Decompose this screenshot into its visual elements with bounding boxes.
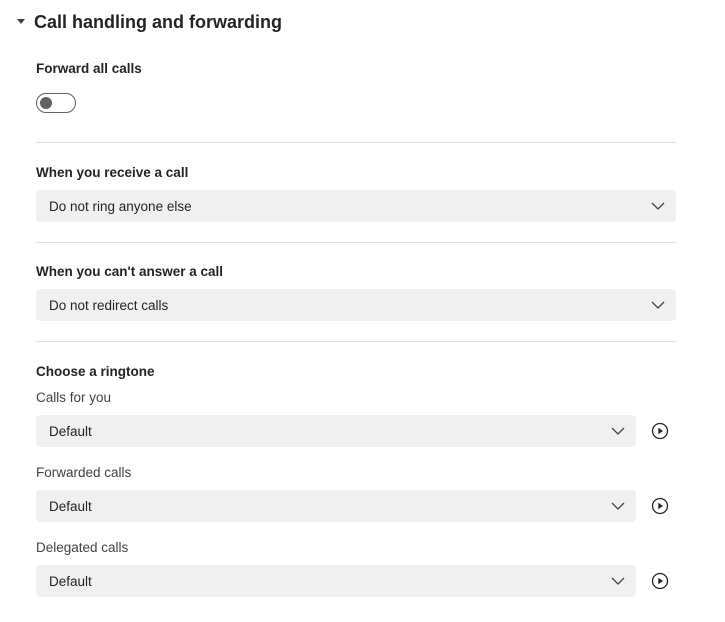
receive-call-dropdown[interactable]: Do not ring anyone else <box>36 190 676 222</box>
play-circle-icon[interactable] <box>650 496 670 516</box>
divider <box>36 242 676 243</box>
forwarded-calls-value: Default <box>49 498 92 514</box>
calls-for-you-label: Calls for you <box>36 390 112 405</box>
section-title: Call handling and forwarding <box>34 11 283 32</box>
toggle-knob <box>40 97 52 109</box>
forwarded-calls-label: Forwarded calls <box>36 465 132 480</box>
calls-for-you-dropdown[interactable]: Default <box>36 415 636 447</box>
divider <box>36 341 676 342</box>
forward-all-toggle[interactable] <box>36 93 76 113</box>
caret-down-icon[interactable] <box>14 15 28 29</box>
cant-answer-value: Do not redirect calls <box>49 297 169 313</box>
cant-answer-dropdown[interactable]: Do not redirect calls <box>36 289 676 321</box>
forwarded-calls-dropdown[interactable]: Default <box>36 490 636 522</box>
divider <box>36 142 676 143</box>
play-circle-icon[interactable] <box>650 421 670 441</box>
cant-answer-label: When you can't answer a call <box>36 264 224 279</box>
ringtone-heading: Choose a ringtone <box>36 364 155 379</box>
chevron-down-icon <box>610 498 626 514</box>
section-header[interactable]: Call handling and forwarding <box>14 8 282 36</box>
delegated-calls-dropdown[interactable]: Default <box>36 565 636 597</box>
receive-call-value: Do not ring anyone else <box>49 198 192 214</box>
calls-for-you-value: Default <box>49 423 92 439</box>
delegated-calls-value: Default <box>49 573 92 589</box>
play-circle-icon[interactable] <box>650 571 670 591</box>
delegated-calls-label: Delegated calls <box>36 540 129 555</box>
chevron-down-icon <box>650 198 666 214</box>
chevron-down-icon <box>610 573 626 589</box>
forward-all-label: Forward all calls <box>36 61 142 76</box>
chevron-down-icon <box>650 297 666 313</box>
receive-call-label: When you receive a call <box>36 165 189 180</box>
chevron-down-icon <box>610 423 626 439</box>
